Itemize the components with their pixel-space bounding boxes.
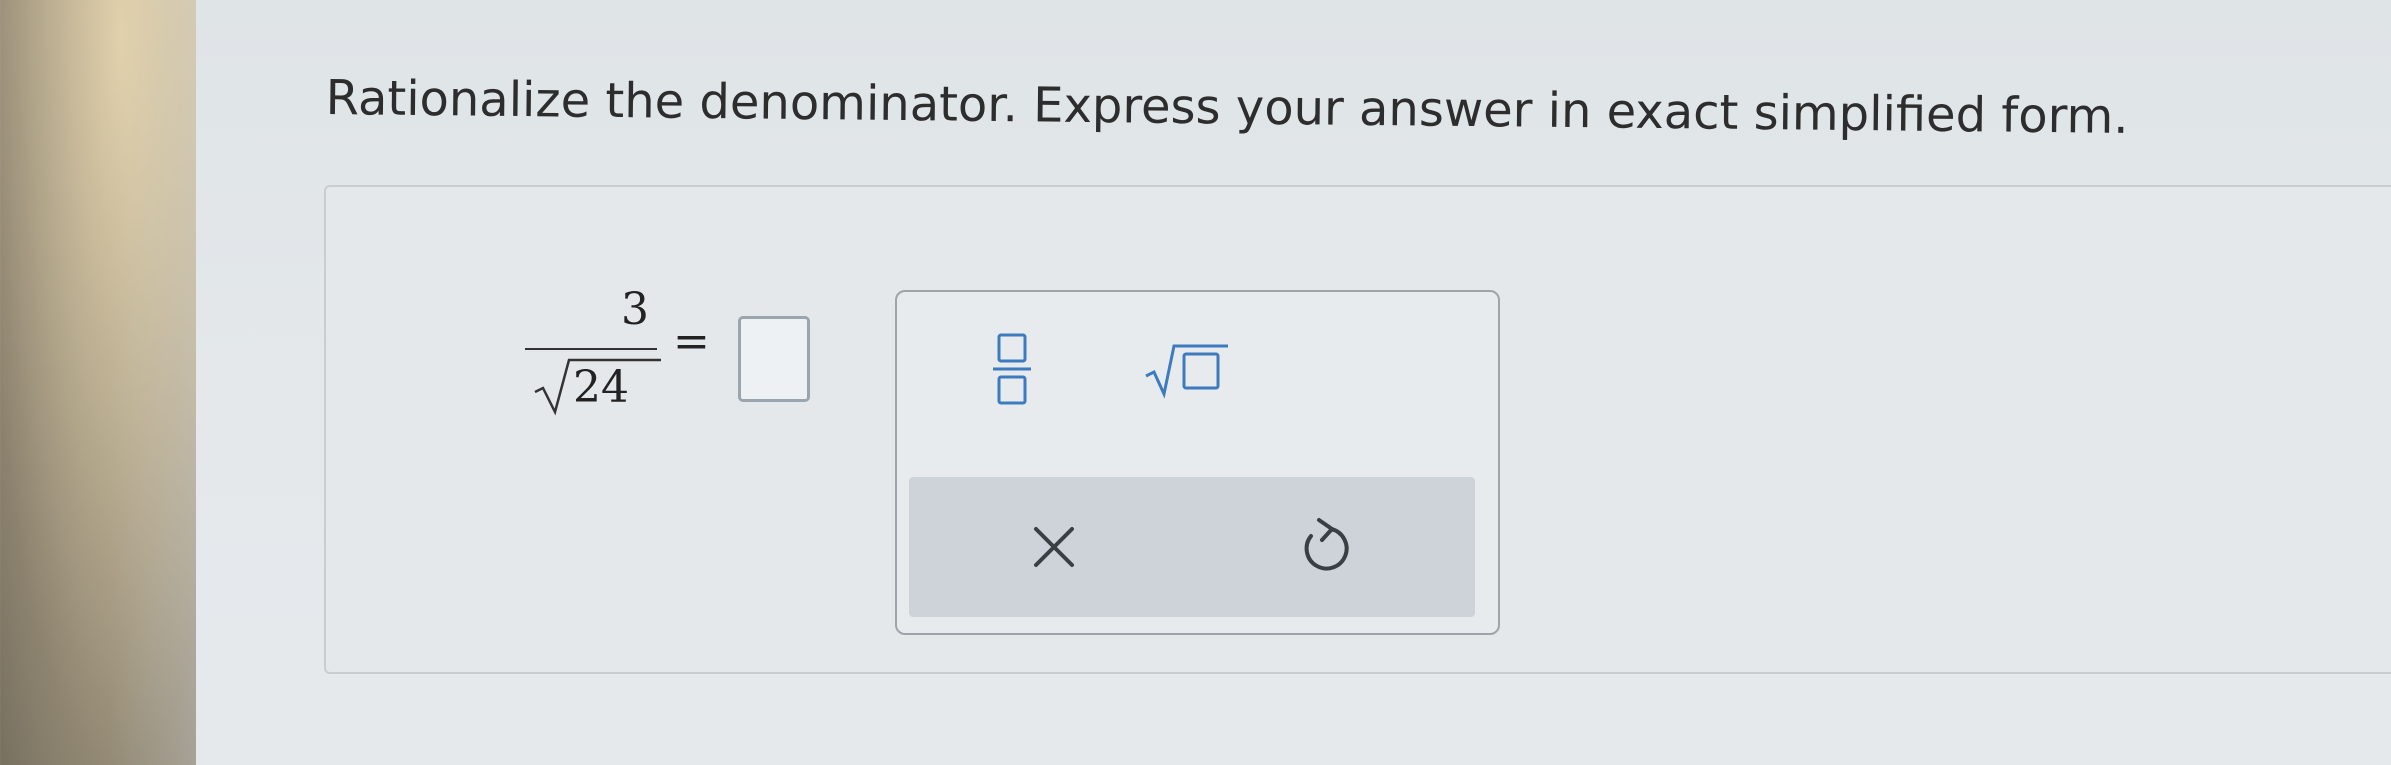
- square-root-template-icon: [1145, 344, 1228, 399]
- answer-input-box[interactable]: [738, 316, 810, 402]
- math-keypad: [895, 290, 1500, 635]
- undo-button[interactable]: [1289, 512, 1359, 582]
- equals-sign: =: [673, 316, 710, 367]
- clear-button[interactable]: [1019, 512, 1089, 582]
- fraction-template-icon: [993, 333, 1031, 405]
- fraction-bar: [525, 348, 657, 350]
- radicand: 24: [573, 362, 629, 413]
- fraction-denominator: 24: [533, 356, 663, 416]
- undo-icon: [1304, 518, 1349, 571]
- close-icon: [1034, 527, 1074, 567]
- square-root-button[interactable]: [1142, 332, 1232, 402]
- fraction-button[interactable]: [977, 327, 1047, 407]
- keypad-action-bar: [909, 477, 1475, 617]
